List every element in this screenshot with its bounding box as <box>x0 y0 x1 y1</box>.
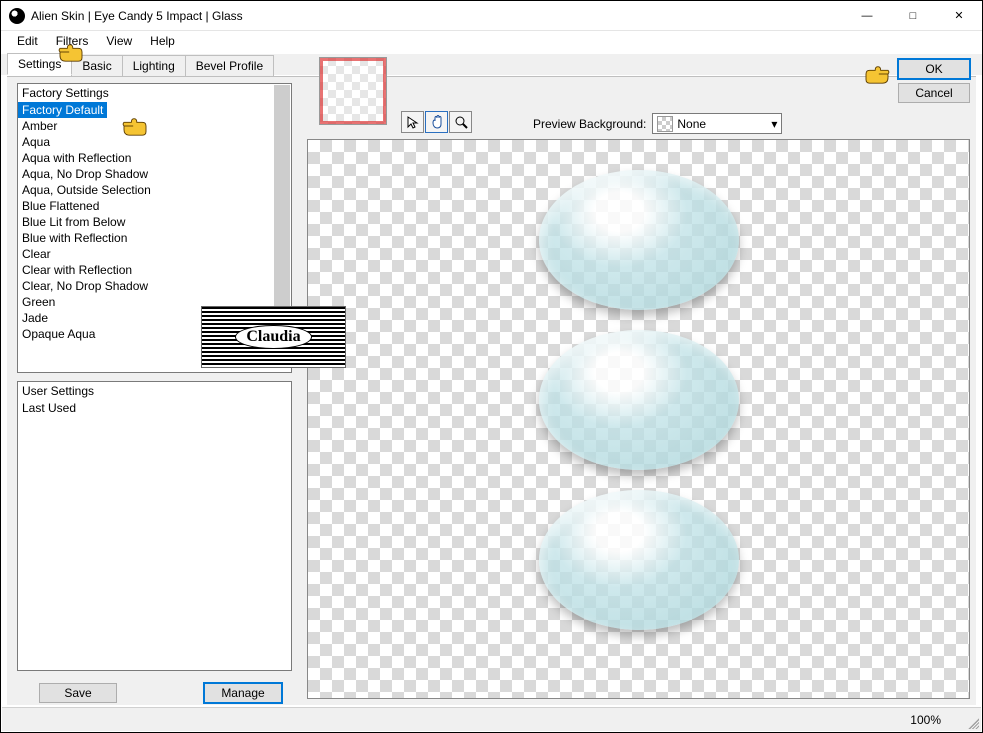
tab-bevel-profile[interactable]: Bevel Profile <box>185 55 274 76</box>
hand-tool-icon[interactable] <box>425 111 448 133</box>
manage-button[interactable]: Manage <box>204 683 282 703</box>
select-tool-icon[interactable] <box>401 111 424 133</box>
tab-settings[interactable]: Settings <box>7 53 72 75</box>
list-item[interactable]: Last Used <box>18 400 291 416</box>
list-item[interactable]: Clear with Reflection <box>18 262 291 278</box>
glass-preview-shape <box>539 490 739 630</box>
watermark-text: Claudia <box>235 325 311 349</box>
preview-canvas[interactable] <box>307 139 970 699</box>
list-item[interactable]: Blue Lit from Below <box>18 214 291 230</box>
user-settings-list[interactable]: User Settings Last Used <box>17 381 292 671</box>
window-title: Alien Skin | Eye Candy 5 Impact | Glass <box>31 9 844 23</box>
list-item[interactable]: Aqua <box>18 134 291 150</box>
menu-help[interactable]: Help <box>142 33 183 49</box>
tab-basic[interactable]: Basic <box>71 55 122 76</box>
cancel-button[interactable]: Cancel <box>898 83 970 103</box>
dialog-buttons: OK Cancel <box>898 59 970 103</box>
list-item[interactable]: Factory Default <box>18 102 107 118</box>
close-button[interactable]: ✕ <box>936 1 982 31</box>
save-button[interactable]: Save <box>39 683 117 703</box>
statusbar: 100% <box>2 707 981 731</box>
titlebar: Alien Skin | Eye Candy 5 Impact | Glass … <box>1 1 982 31</box>
preview-background-control: Preview Background: None ▾ <box>533 113 782 134</box>
tabs-row: Settings Basic Lighting Bevel Profile <box>1 53 982 75</box>
list-item[interactable]: Clear, No Drop Shadow <box>18 278 291 294</box>
menu-filters[interactable]: Filters <box>48 33 97 49</box>
scrollbar-thumb[interactable] <box>274 85 290 330</box>
list-item[interactable]: Amber <box>18 118 291 134</box>
transparency-swatch-icon <box>657 116 673 132</box>
list-item[interactable]: Blue Flattened <box>18 198 291 214</box>
maximize-button[interactable]: □ <box>890 1 936 31</box>
settings-panel: Factory Settings Factory Default Amber A… <box>17 83 292 703</box>
list-item[interactable]: Aqua, No Drop Shadow <box>18 166 291 182</box>
minimize-button[interactable]: — <box>844 1 890 31</box>
preview-background-value: None <box>677 117 771 131</box>
list-item[interactable]: Aqua, Outside Selection <box>18 182 291 198</box>
menu-edit[interactable]: Edit <box>9 33 46 49</box>
list-item[interactable]: Blue with Reflection <box>18 230 291 246</box>
list-item[interactable]: Clear <box>18 246 291 262</box>
ok-button[interactable]: OK <box>898 59 970 79</box>
glass-preview-shape <box>539 170 739 310</box>
preview-background-label: Preview Background: <box>533 117 646 131</box>
preview-pane: Preview Background: None ▾ OK Cancel <box>307 83 970 699</box>
factory-settings-header: Factory Settings <box>18 84 291 102</box>
menu-view[interactable]: View <box>98 33 140 49</box>
resize-grip-icon[interactable] <box>965 715 979 729</box>
settings-button-row: Save Manage <box>17 679 292 703</box>
tab-content: Factory Settings Factory Default Amber A… <box>7 76 976 705</box>
zoom-tool-icon[interactable] <box>449 111 472 133</box>
list-item[interactable]: Aqua with Reflection <box>18 150 291 166</box>
glass-preview-shape <box>539 330 739 470</box>
app-icon <box>9 8 25 24</box>
zoom-level: 100% <box>910 713 941 727</box>
user-settings-header: User Settings <box>18 382 291 400</box>
tab-lighting[interactable]: Lighting <box>122 55 186 76</box>
chevron-down-icon: ▾ <box>771 117 777 131</box>
preview-background-select[interactable]: None ▾ <box>652 113 782 134</box>
preview-thumbnail[interactable] <box>319 57 387 125</box>
preview-toolbar <box>401 111 472 133</box>
menubar: Edit Filters View Help <box>1 31 982 51</box>
watermark: Claudia <box>201 306 346 368</box>
